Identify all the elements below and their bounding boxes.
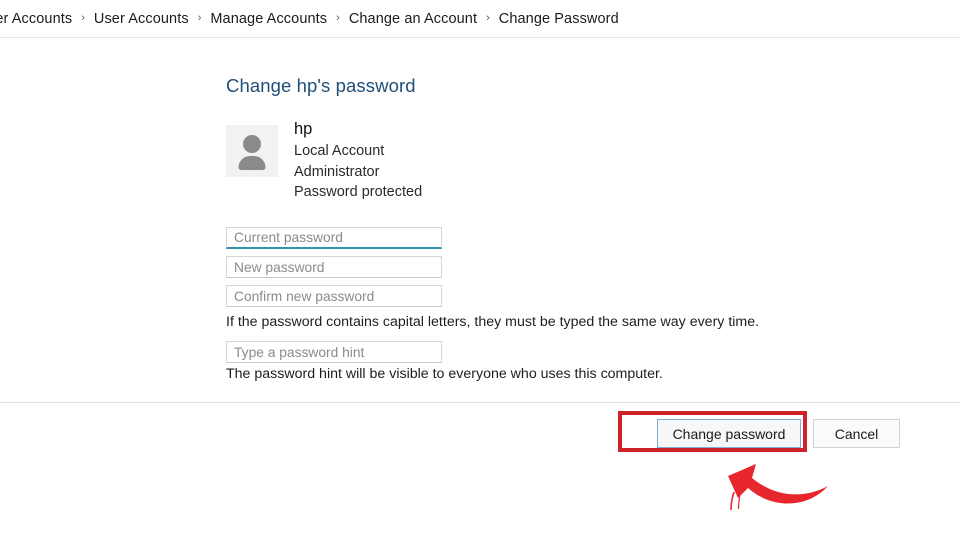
avatar-body-shape	[238, 156, 266, 170]
breadcrumb-item-user-accounts-root[interactable]: ser Accounts	[0, 0, 72, 37]
footer-action-bar: Change password Cancel	[0, 402, 960, 540]
breadcrumb-separator-icon: ›	[197, 11, 202, 24]
breadcrumb-item-change-password[interactable]: Change Password	[499, 0, 619, 37]
page-title: Change hp's password	[226, 75, 416, 96]
account-password-status: Password protected	[294, 184, 423, 200]
content-area: Change hp's password hp Local Account Ad…	[0, 39, 960, 402]
breadcrumb-item-manage-accounts[interactable]: Manage Accounts	[210, 0, 327, 37]
breadcrumb-separator-icon: ›	[336, 11, 340, 24]
breadcrumb-separator-icon: ›	[486, 11, 490, 24]
password-hint-helper-text: The password hint will be visible to eve…	[226, 366, 663, 382]
account-type: Local Account	[294, 143, 385, 159]
new-password-input[interactable]: New password	[226, 256, 442, 278]
account-name: hp	[294, 120, 313, 138]
change-password-screen: ser Accounts › User Accounts › Manage Ac…	[0, 0, 960, 540]
breadcrumb-item-user-accounts[interactable]: User Accounts	[94, 0, 189, 37]
confirm-password-input[interactable]: Confirm new password	[226, 285, 442, 307]
cancel-button[interactable]: Cancel	[813, 419, 900, 448]
account-role: Administrator	[294, 163, 380, 180]
password-hint-input[interactable]: Type a password hint	[226, 341, 442, 363]
breadcrumb: ser Accounts › User Accounts › Manage Ac…	[0, 0, 960, 38]
breadcrumb-separator-icon: ›	[81, 11, 85, 24]
account-summary: hp Local Account Administrator Password …	[226, 119, 422, 203]
user-avatar-icon	[226, 125, 278, 177]
capital-letters-helper-text: If the password contains capital letters…	[226, 314, 760, 330]
change-password-button[interactable]: Change password	[657, 419, 801, 448]
breadcrumb-item-change-an-account[interactable]: Change an Account	[349, 0, 477, 37]
avatar-head-shape	[243, 135, 261, 153]
current-password-input[interactable]: Current password	[226, 227, 442, 249]
account-details: hp Local Account Administrator Password …	[294, 119, 422, 203]
